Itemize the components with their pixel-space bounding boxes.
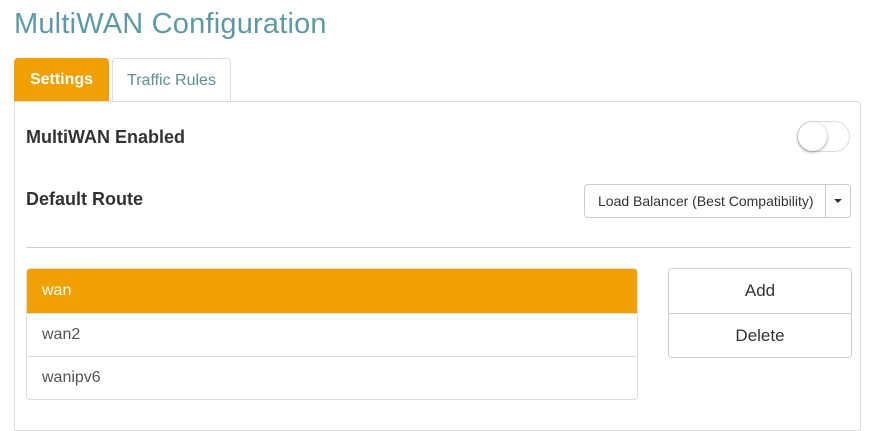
wan-list: wan wan2 wanipv6 <box>26 268 638 400</box>
settings-panel: MultiWAN Enabled Default Route Load Bala… <box>14 101 861 431</box>
toggle-knob <box>798 122 827 151</box>
tab-settings[interactable]: Settings <box>14 58 109 101</box>
list-item-wan2[interactable]: wan2 <box>27 313 637 356</box>
page-title: MultiWAN Configuration <box>14 8 327 40</box>
divider <box>26 247 851 248</box>
delete-button[interactable]: Delete <box>669 313 851 357</box>
multiwan-enabled-label: MultiWAN Enabled <box>26 127 185 147</box>
tab-traffic-rules[interactable]: Traffic Rules <box>112 58 231 102</box>
list-item-wanipv6[interactable]: wanipv6 <box>27 356 637 399</box>
multiwan-enabled-toggle[interactable] <box>797 121 850 152</box>
default-route-select[interactable]: Load Balancer (Best Compatibility) <box>584 184 851 218</box>
default-route-value: Load Balancer (Best Compatibility) <box>598 193 814 209</box>
caret-down-icon <box>834 199 842 203</box>
add-button[interactable]: Add <box>669 269 851 313</box>
list-item-wan[interactable]: wan <box>27 269 637 313</box>
dropdown-toggle[interactable] <box>825 185 850 217</box>
tab-bar: Settings Traffic Rules <box>14 58 231 102</box>
wan-actions: Add Delete <box>668 268 852 358</box>
default-route-label: Default Route <box>26 189 143 209</box>
